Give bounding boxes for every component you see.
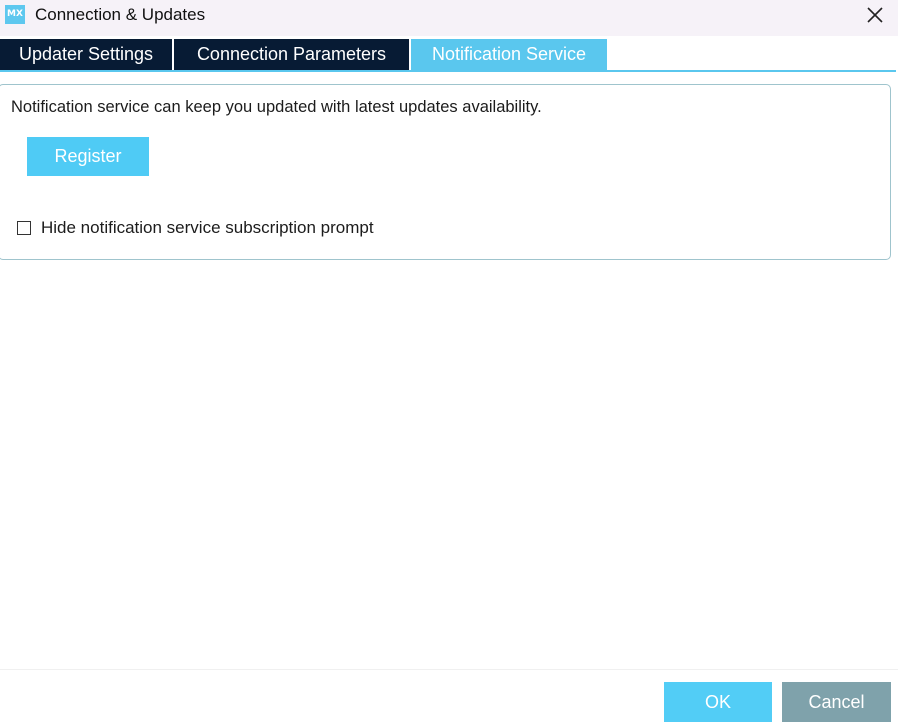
close-button[interactable]: [858, 0, 892, 30]
ok-button[interactable]: OK: [664, 682, 772, 722]
tab-underline: [0, 70, 896, 72]
hide-prompt-option[interactable]: Hide notification service subscription p…: [17, 217, 374, 239]
footer-divider: [0, 669, 898, 670]
title-bar: MX Connection & Updates: [0, 0, 898, 36]
close-icon: [867, 7, 883, 23]
window-title: Connection & Updates: [35, 5, 206, 24]
notification-description: Notification service can keep you update…: [11, 98, 542, 116]
hide-prompt-checkbox[interactable]: [17, 221, 31, 235]
cancel-button[interactable]: Cancel: [782, 682, 891, 722]
tab-updater-settings[interactable]: Updater Settings: [0, 39, 172, 70]
tab-connection-parameters[interactable]: Connection Parameters: [174, 39, 409, 70]
connection-updates-dialog: MX Connection & Updates Updater Settings…: [0, 0, 898, 725]
hide-prompt-label: Hide notification service subscription p…: [41, 218, 374, 237]
register-button[interactable]: Register: [27, 137, 149, 176]
tab-notification-service[interactable]: Notification Service: [411, 39, 607, 70]
tab-bar: Updater Settings Connection Parameters N…: [0, 39, 898, 70]
notification-service-panel: Notification service can keep you update…: [0, 84, 891, 260]
app-logo-icon: MX: [5, 5, 25, 24]
